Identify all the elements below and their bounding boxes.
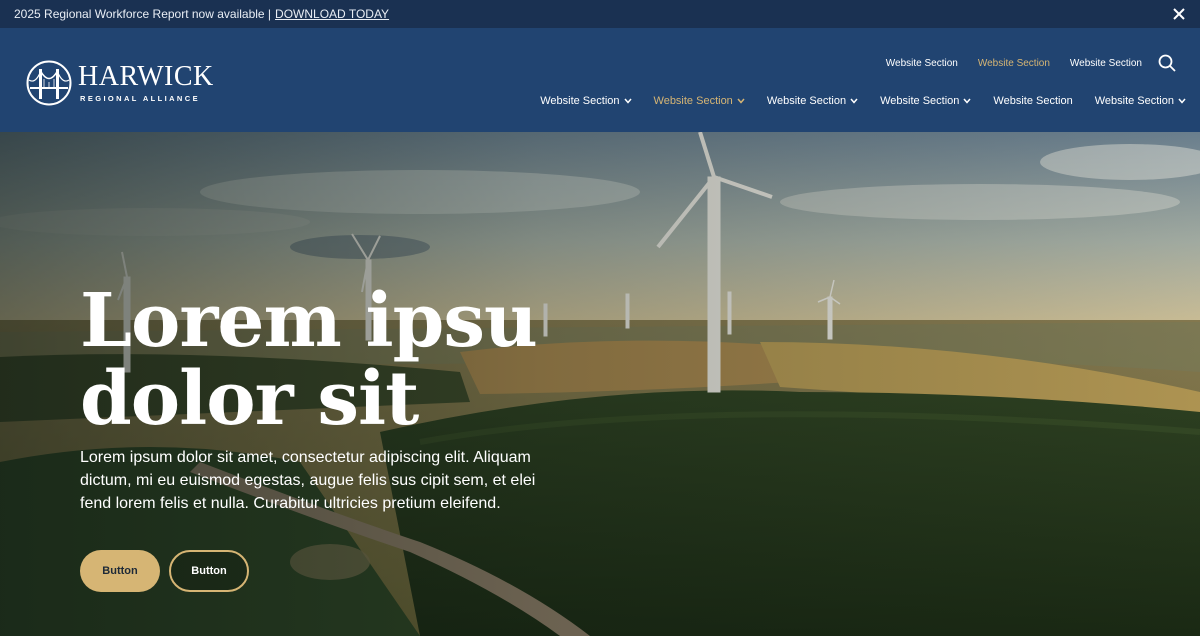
main-nav-item-2[interactable]: Website Section [654, 95, 745, 107]
chevron-down-icon [737, 98, 745, 104]
main-nav-label: Website Section [540, 95, 620, 107]
main-nav-item-6[interactable]: Website Section [1095, 95, 1186, 107]
brand-name: HARWICK [78, 61, 214, 92]
site-header: HARWICK REGIONAL ALLIANCE Website Sectio… [0, 28, 1200, 132]
main-nav-label: Website Section [1094, 95, 1174, 107]
hero-headline-line-2: dolor sit [80, 356, 419, 442]
download-link[interactable]: DOWNLOAD TODAY [275, 7, 389, 21]
main-nav-item-3[interactable]: Website Section [767, 95, 858, 107]
main-nav-item-5[interactable]: Website Section [993, 95, 1072, 107]
main-nav: Website Section Website Section Website … [518, 95, 1186, 107]
main-nav-label: Website Section [653, 95, 733, 107]
utility-nav: Website Section Website Section Website … [886, 58, 1142, 69]
main-nav-label: Website Section [766, 95, 847, 107]
hero-primary-button[interactable]: Button [80, 550, 160, 592]
chevron-down-icon [850, 98, 858, 104]
chevron-down-icon [1178, 98, 1186, 104]
search-icon[interactable] [1158, 54, 1176, 72]
brand-tagline: REGIONAL ALLIANCE [80, 94, 200, 103]
hero-body-text: Lorem ipsum dolor sit amet, consectetur … [80, 449, 536, 512]
close-icon[interactable] [1168, 3, 1190, 25]
announcement-text: 2025 Regional Workforce Report now avail… [14, 7, 272, 21]
main-nav-item-4[interactable]: Website Section [880, 95, 971, 107]
chevron-down-icon [623, 98, 632, 104]
main-nav-label: Website Section [880, 95, 960, 107]
hero-headline: Lorem ipsu dolor sit [80, 278, 538, 442]
utility-nav-item-1[interactable]: Website Section [886, 58, 958, 69]
site-logo[interactable]: HARWICK REGIONAL ALLIANCE [26, 60, 214, 106]
hero-section: Lorem ipsu dolor sit Lorem ipsum dolor s… [0, 132, 1200, 636]
announcement-bar: 2025 Regional Workforce Report now avail… [0, 0, 1200, 28]
chevron-down-icon [963, 98, 971, 104]
utility-nav-item-3[interactable]: Website Section [1070, 58, 1142, 69]
hero-secondary-button[interactable]: Button [169, 550, 249, 592]
bridge-emblem-icon [26, 60, 72, 106]
utility-nav-item-2[interactable]: Website Section [978, 58, 1050, 69]
hero-headline-line-1: Lorem ipsu [80, 278, 538, 364]
main-nav-label: Website Section [993, 95, 1073, 107]
main-nav-item-1[interactable]: Website Section [540, 95, 632, 107]
